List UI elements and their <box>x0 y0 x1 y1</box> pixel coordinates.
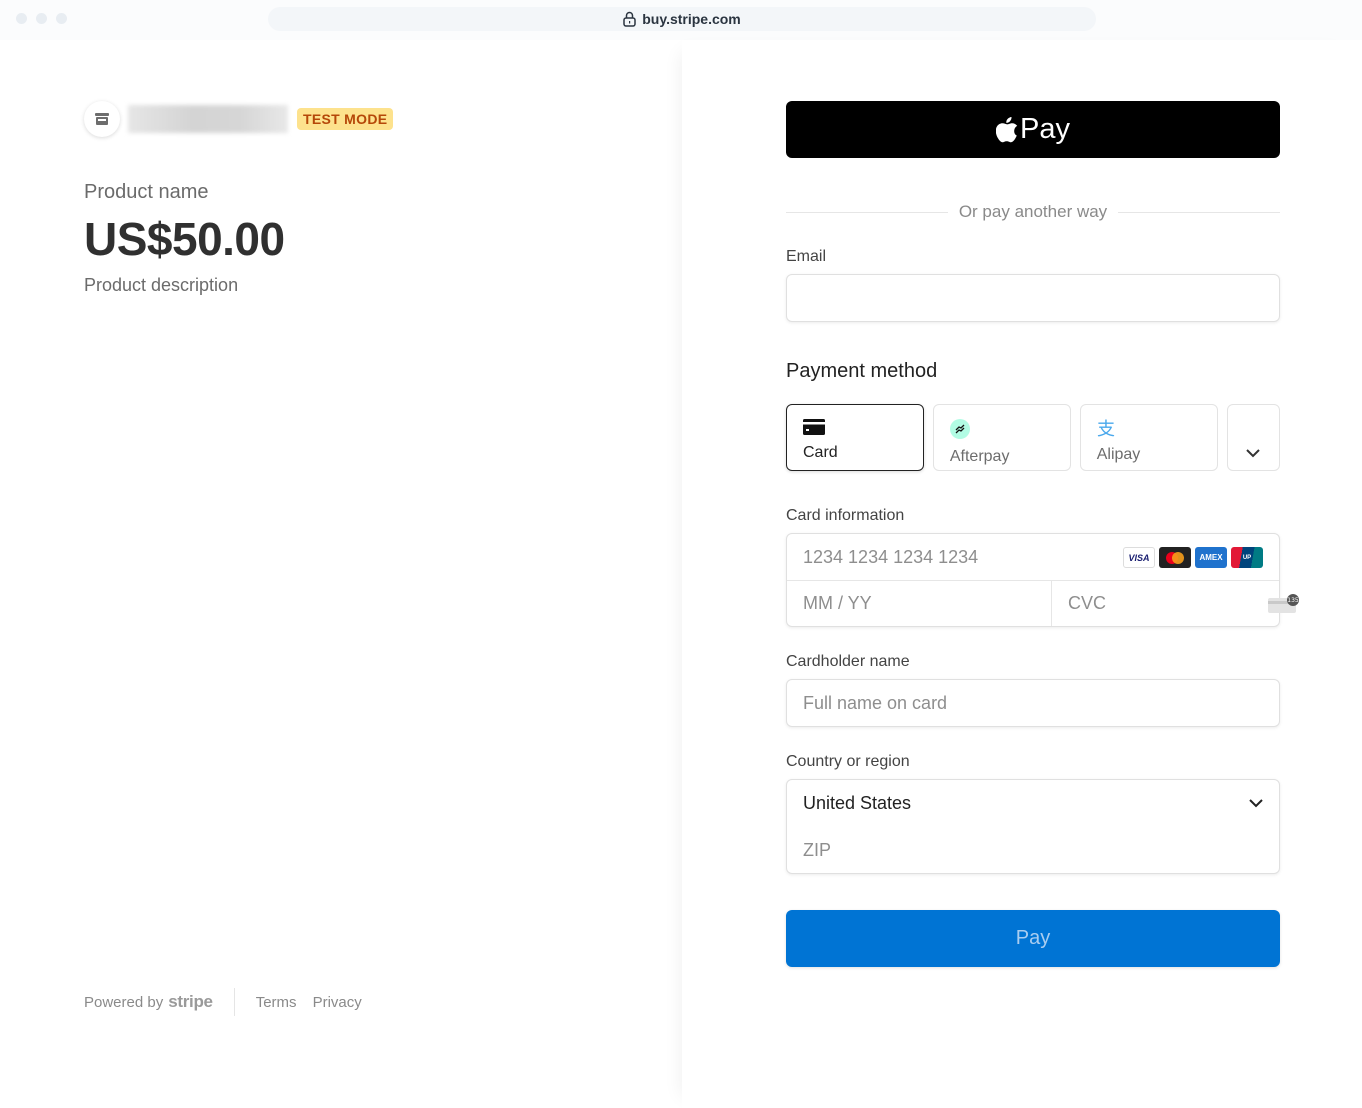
country-value: United States <box>803 793 912 813</box>
test-mode-badge: TEST MODE <box>297 108 394 130</box>
apple-pay-button[interactable]: Pay <box>786 101 1280 158</box>
powered-by-text: Powered by <box>84 993 164 1011</box>
or-divider: Or pay another way <box>786 202 1281 222</box>
email-field-wrapper <box>786 274 1280 322</box>
card-brand-icons: VISA AMEX UP <box>1123 547 1263 568</box>
footer: Powered by stripe Terms Privacy <box>84 988 378 1016</box>
payment-method-label: Afterpay <box>949 448 1010 465</box>
apple-logo-icon <box>996 116 1018 142</box>
more-payment-methods-button[interactable] <box>1226 404 1281 471</box>
terms-link[interactable]: Terms <box>256 994 297 1011</box>
expiry-field[interactable] <box>787 581 1051 626</box>
footer-divider <box>233 988 235 1016</box>
product-name: Product name <box>84 181 209 203</box>
payment-form: Pay Or pay another way Email Payment met… <box>786 101 1316 967</box>
unionpay-icon: UP <box>1231 547 1263 568</box>
chevron-down-icon <box>1249 799 1263 808</box>
window-controls <box>16 13 67 24</box>
window-close-dot[interactable] <box>16 13 27 24</box>
payment-method-title: Payment method <box>786 360 938 382</box>
store-icon[interactable] <box>84 101 120 137</box>
url-text: buy.stripe.com <box>642 11 741 27</box>
divider-text: Or pay another way <box>958 202 1108 221</box>
payment-method-tabs: Card Afterpay 支 Alipay <box>786 404 1281 471</box>
email-label: Email <box>786 248 827 265</box>
privacy-link[interactable]: Privacy <box>313 994 362 1011</box>
window-minimize-dot[interactable] <box>36 13 47 24</box>
address-group: United States <box>786 779 1280 874</box>
lock-icon <box>623 11 636 27</box>
apple-pay-label: Pay <box>1020 113 1070 145</box>
mastercard-icon <box>1159 547 1191 568</box>
payment-method-alipay[interactable]: 支 Alipay <box>1079 404 1218 471</box>
svg-text:支: 支 <box>1097 419 1115 437</box>
product-description: Product description <box>84 275 239 295</box>
merchant-name-blurred <box>128 105 288 133</box>
browser-chrome: buy.stripe.com <box>0 0 1362 40</box>
country-label: Country or region <box>786 753 910 770</box>
payment-method-card[interactable]: Card <box>786 404 924 471</box>
product-price: US$50.00 <box>84 213 285 265</box>
stripe-logo[interactable]: stripe <box>168 992 213 1012</box>
payment-method-label: Alipay <box>1096 446 1141 463</box>
cardholder-name-label: Cardholder name <box>786 653 910 670</box>
payment-method-afterpay[interactable]: Afterpay <box>932 404 1071 471</box>
payment-method-label: Card <box>803 444 838 461</box>
afterpay-icon <box>949 419 970 439</box>
payment-panel: Pay Or pay another way Email Payment met… <box>682 40 1362 1108</box>
alipay-icon: 支 <box>1097 419 1115 440</box>
amex-icon: AMEX <box>1195 547 1227 568</box>
order-summary-panel: TEST MODE Product name US$50.00 Product … <box>0 40 682 1108</box>
card-information-group: VISA AMEX UP 135 <box>786 533 1316 627</box>
email-field[interactable] <box>787 275 1279 321</box>
address-bar[interactable]: buy.stripe.com <box>268 7 1096 31</box>
zip-field[interactable] <box>787 827 1279 873</box>
cvc-hint-icon: 135 <box>1268 594 1299 613</box>
country-select[interactable]: United States <box>787 780 1279 827</box>
pay-button[interactable]: Pay <box>786 910 1280 967</box>
chevron-down-icon <box>1246 449 1261 458</box>
window-maximize-dot[interactable] <box>56 13 67 24</box>
cardholder-name-field[interactable] <box>787 680 1279 726</box>
visa-icon: VISA <box>1123 547 1155 568</box>
card-icon <box>803 419 825 435</box>
card-information-label: Card information <box>786 507 905 524</box>
cvc-hint-text: 135 <box>1287 597 1299 604</box>
cardholder-field-wrapper <box>786 679 1280 727</box>
merchant-header: TEST MODE <box>84 101 394 137</box>
